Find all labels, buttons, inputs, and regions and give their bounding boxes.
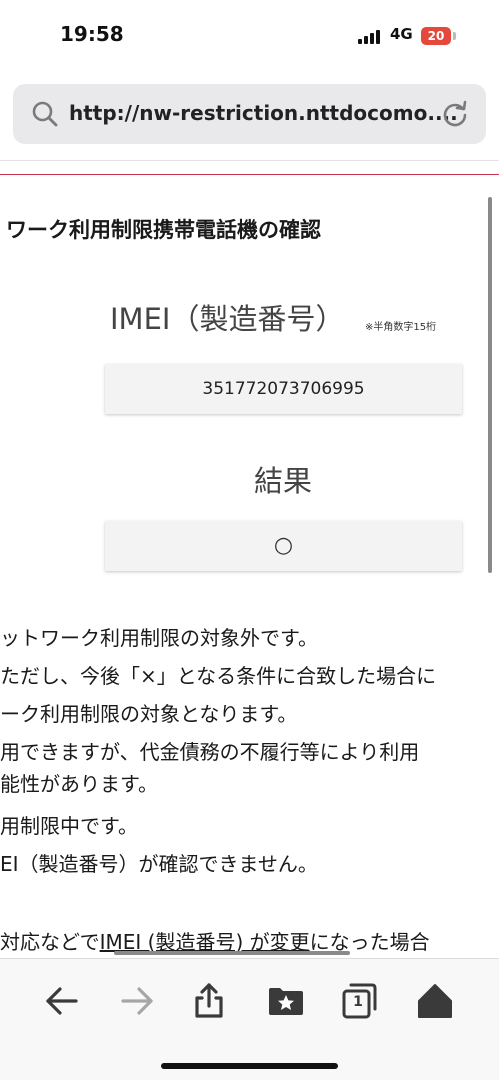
explanation-line: 能性があります。 [0, 772, 158, 796]
share-button[interactable] [189, 981, 229, 1021]
search-icon [31, 100, 59, 128]
imei-value-field: 351772073706995 [105, 364, 462, 414]
battery-icon: 20 [421, 27, 451, 45]
reload-icon[interactable] [441, 100, 469, 128]
result-value-field: ○ [105, 521, 462, 571]
battery-cap [453, 32, 456, 40]
screen: 19:58 4G 20 http://nw-restriction.nttdoc… [0, 0, 499, 1080]
address-bar[interactable]: http://nw-restriction.nttdocomo.... [13, 84, 486, 144]
back-arrow-icon [46, 987, 78, 1015]
url-text: http://nw-restriction.nttdocomo.... [69, 101, 458, 125]
result-heading: 結果 [253, 464, 312, 498]
vertical-scrollbar[interactable] [488, 197, 492, 573]
bookmark-folder-icon [269, 988, 303, 1015]
explanation-line: ーク利用制限の対象となります。 [0, 702, 298, 726]
battery-level: 20 [427, 29, 445, 43]
home-icon [418, 984, 452, 1018]
page-title: ワーク利用制限携帯電話機の確認 [6, 218, 321, 242]
tabs-button[interactable]: 1 [339, 981, 379, 1021]
tab-count: 1 [353, 994, 363, 1010]
forward-arrow-icon [121, 987, 153, 1015]
toolbar-divider [0, 160, 499, 161]
bookmarks-button[interactable] [266, 981, 306, 1021]
share-icon [195, 983, 223, 1018]
status-bar: 19:58 4G 20 [0, 0, 499, 74]
forward-button[interactable] [117, 981, 157, 1021]
explanation-line: 用制限中です。 [0, 814, 138, 838]
home-indicator[interactable] [161, 1063, 338, 1069]
horizontal-scrollbar[interactable] [114, 951, 350, 955]
network-type: 4G [390, 25, 413, 43]
back-button[interactable] [42, 981, 82, 1021]
explanation-line: ットワーク利用制限の対象外です。 [0, 626, 318, 650]
home-button[interactable] [415, 981, 455, 1021]
imei-note: ※半角数字15桁 [365, 322, 437, 333]
explanation-line: 用できますが、代金債務の不履行等により利用 [0, 740, 420, 764]
explanation-text: 対応などで [0, 930, 100, 954]
header-accent-line [0, 174, 499, 175]
signal-strength-icon [358, 28, 384, 44]
browser-toolbar: 1 [0, 958, 499, 1080]
imei-heading: IMEI（製造番号） [110, 302, 345, 336]
explanation-line: ただし、今後「×」となる条件に合致した場合に [0, 664, 437, 688]
explanation-line: EI（製造番号）が確認できません。 [0, 852, 318, 876]
status-time: 19:58 [60, 22, 124, 46]
